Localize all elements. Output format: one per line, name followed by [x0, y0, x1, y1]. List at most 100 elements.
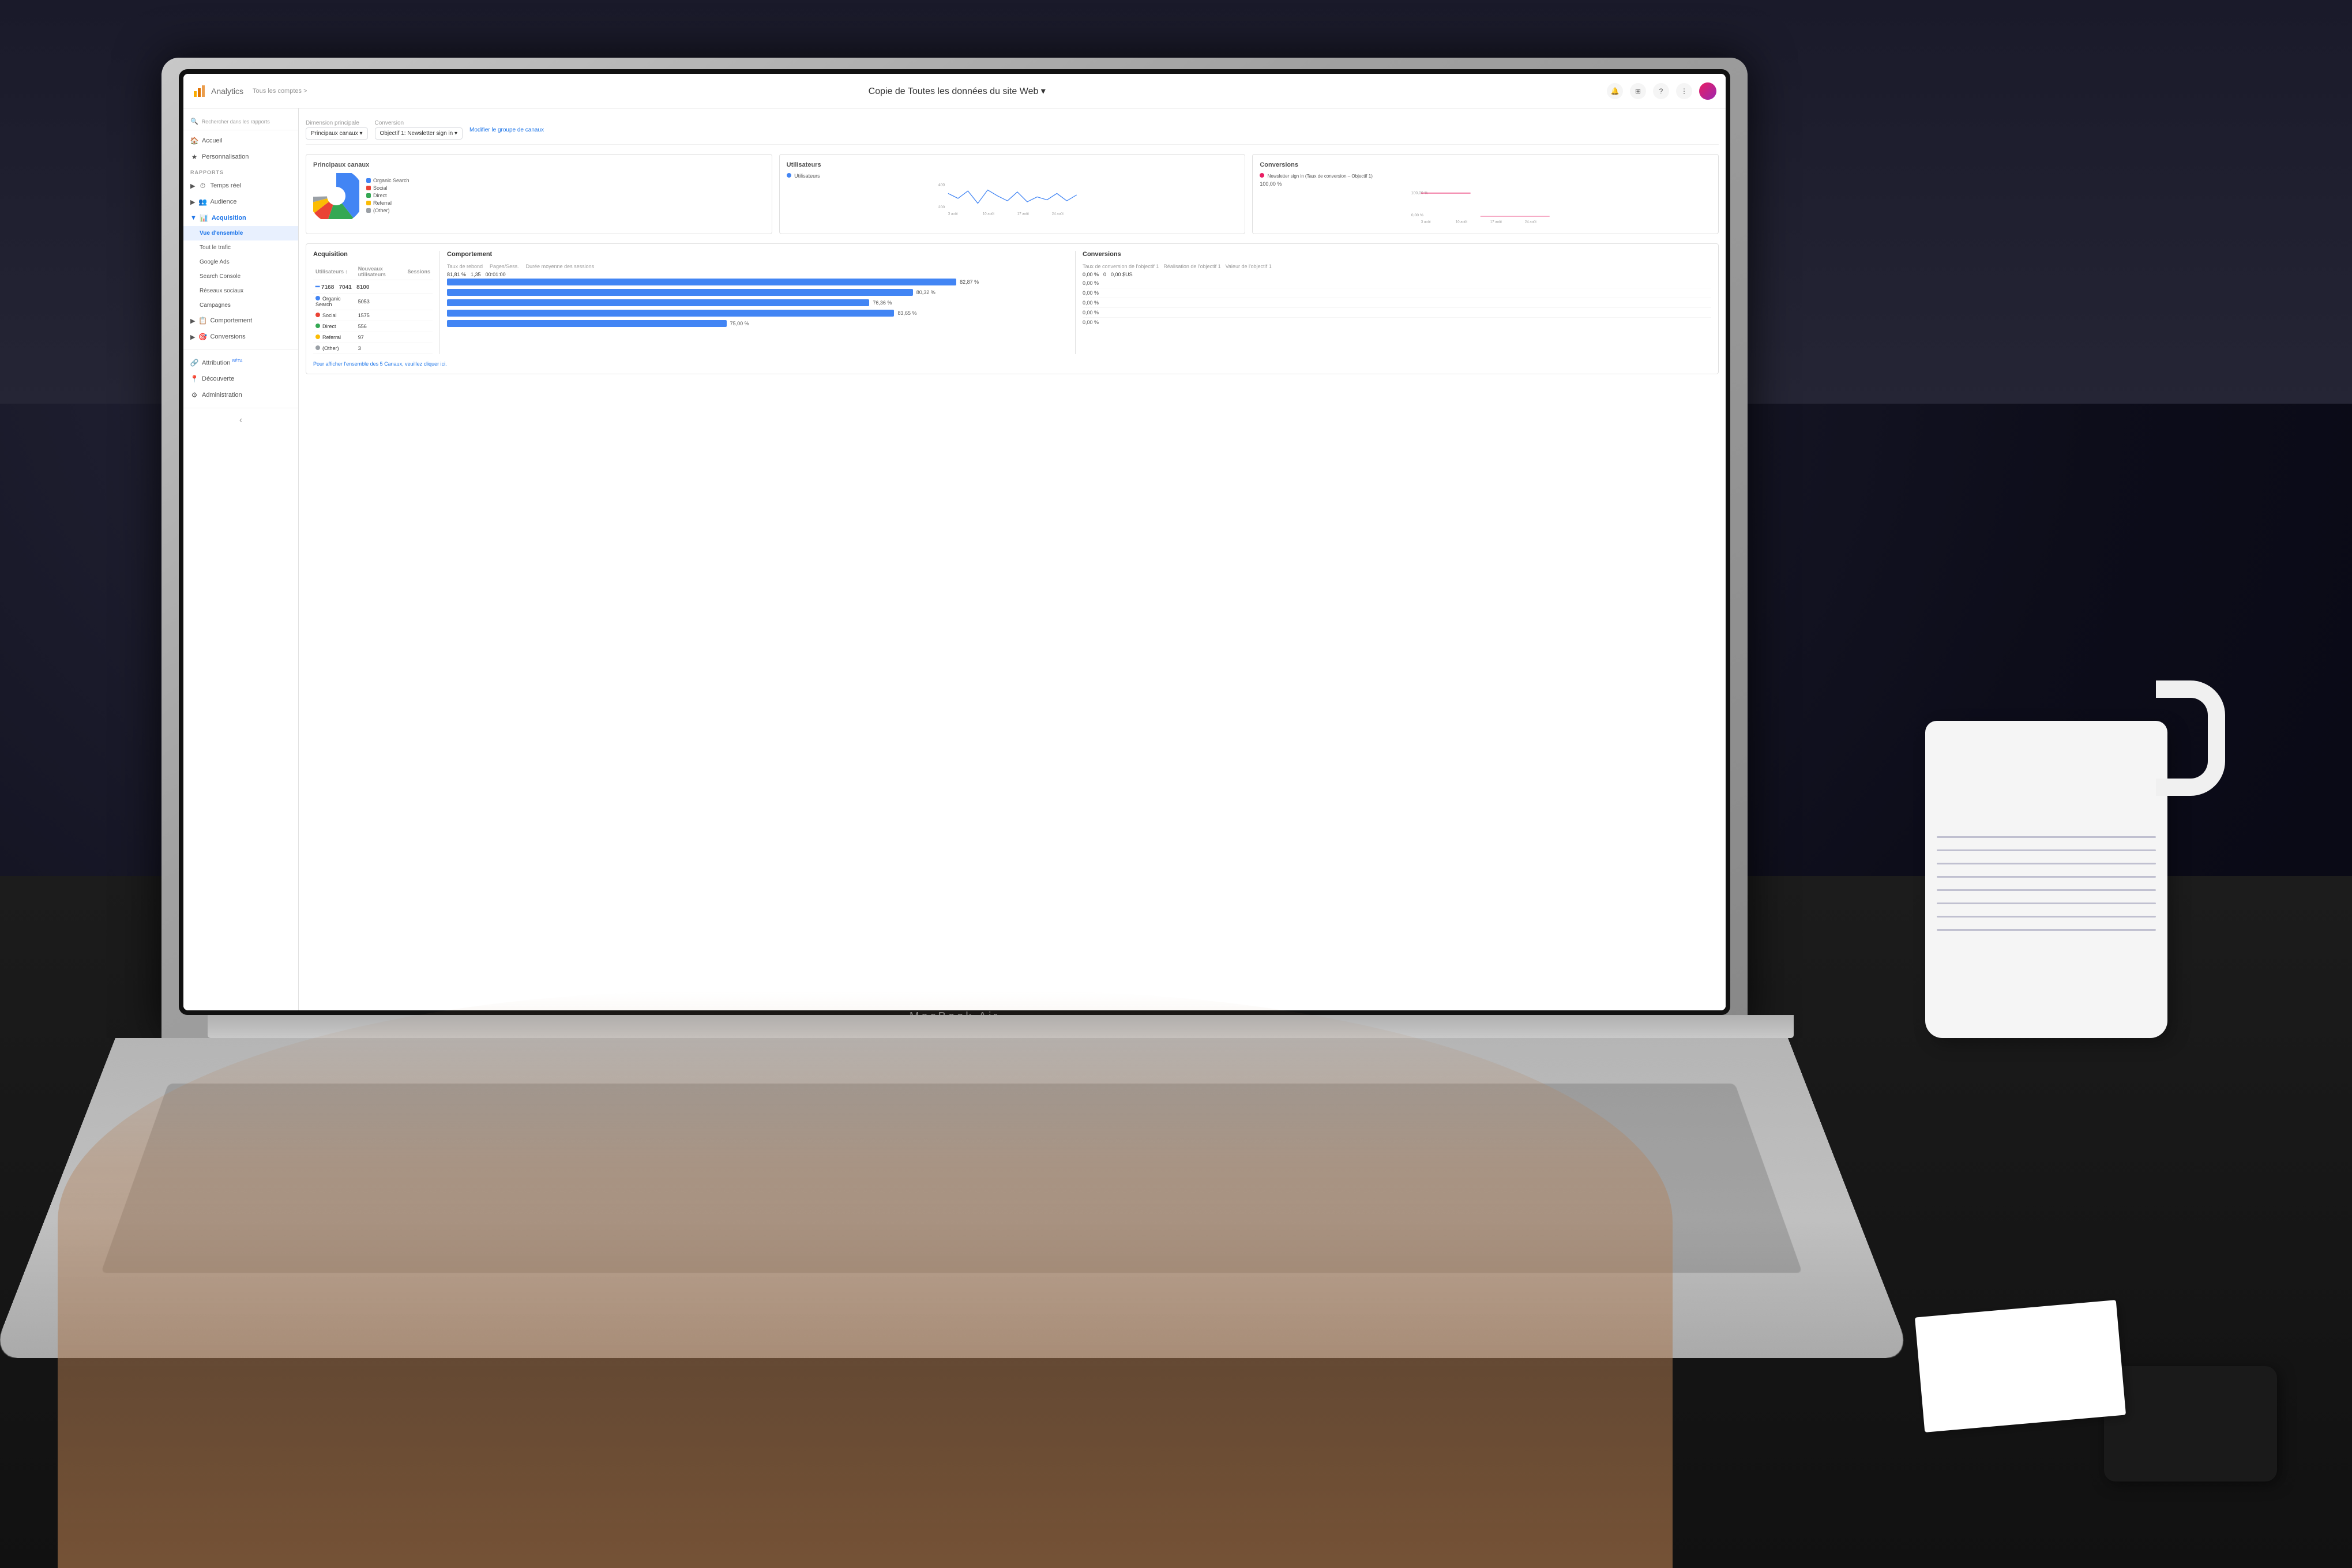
sidebar-item-decouverte[interactable]: 📍 Découverte: [183, 371, 298, 387]
referral-color-dot: [315, 334, 320, 339]
direct-color-dot: [315, 324, 320, 328]
pie-chart-svg: [313, 173, 359, 219]
sidebar-item-personnalisation[interactable]: ★ Personnalisation: [183, 149, 298, 165]
bar-fill-organic: [447, 279, 956, 285]
user-avatar[interactable]: [1699, 82, 1716, 100]
conversions-dot: [1260, 173, 1264, 178]
conv-row-1: 0,00 %: [1083, 279, 1711, 288]
modify-channel-groups-link[interactable]: Modifier le groupe de canaux: [469, 127, 544, 133]
conversions-value: 100,00 %: [1260, 181, 1711, 187]
conversions-table-title: Conversions: [1083, 251, 1711, 258]
bar-fill-other: [447, 320, 727, 327]
dashboard-cards-grid: Principaux canaux: [306, 154, 1719, 234]
table-row: Organic Search 5053: [313, 294, 433, 310]
hands-overlay: [58, 991, 1673, 1568]
col-rebond: Taux de rebond: [447, 264, 483, 269]
sidebar-item-attribution[interactable]: 🔗 Attribution BÊTA: [183, 355, 298, 371]
settings-icon: ⚙: [190, 391, 198, 399]
sidebar-conversions-label: Conversions: [210, 333, 245, 340]
social-dot: [366, 186, 371, 190]
sidebar-trafic-label: Tout le trafic: [200, 245, 231, 251]
footer-note[interactable]: Pour afficher l'ensemble des 5 Canaux, v…: [313, 361, 1711, 367]
table-row: (Other) 3: [313, 343, 433, 354]
sidebar-item-vue-densemble[interactable]: Vue d'ensemble: [183, 226, 298, 240]
acquisition-table-panel: Acquisition Utilisateurs ↕ Nouveaux util…: [313, 251, 440, 354]
bar-row-organic: 82,87 %: [447, 279, 1068, 285]
card-principaux-canaux: Principaux canaux: [306, 154, 772, 234]
sidebar-item-audience[interactable]: ▶ 👥 Audience: [183, 194, 298, 210]
sidebar-item-reseaux-sociaux[interactable]: Réseaux sociaux: [183, 284, 298, 298]
sidebar-item-temps-reel[interactable]: ▶ ⏱ Temps réel: [183, 178, 298, 194]
col-pages: Pages/Sess.: [490, 264, 519, 269]
svg-text:10 août: 10 août: [983, 212, 994, 216]
sidebar-search[interactable]: 🔍 Rechercher dans les rapports: [183, 113, 298, 130]
utilisateurs-metric-label: Utilisateurs: [787, 173, 1238, 179]
coffee-mug: [1891, 634, 2237, 1038]
sidebar-decouverte-label: Découverte: [202, 375, 234, 382]
notebook: [1915, 1300, 2126, 1432]
svg-text:0,00 %: 0,00 %: [1411, 213, 1423, 217]
bottom-table-section: Acquisition Utilisateurs ↕ Nouveaux util…: [306, 243, 1719, 374]
conversion-select[interactable]: Objectif 1: Newsletter sign in ▾: [375, 127, 463, 140]
conv-row-2: 0,00 %: [1083, 288, 1711, 298]
bar-row-other: 75,00 %: [447, 320, 1068, 327]
legend-referral: Referral: [366, 200, 409, 206]
pie-legend: Organic Search Social Dire: [366, 178, 409, 215]
comportement-icon: 📋: [198, 317, 206, 325]
sidebar-item-accueil[interactable]: 🏠 Accueil: [183, 133, 298, 149]
dimension-select[interactable]: Principaux canaux ▾: [306, 127, 368, 140]
apps-icon[interactable]: ⊞: [1630, 83, 1646, 99]
sidebar-audience-label: Audience: [210, 198, 236, 205]
ga-header-actions: 🔔 ⊞ ? ⋮: [1607, 82, 1716, 100]
analytics-logo-icon: [193, 84, 206, 98]
conversions-metric-label: Newsletter sign in (Taux de conversion –…: [1260, 173, 1711, 179]
bar-row-referral: 83,65 %: [447, 310, 1068, 317]
card-utilisateurs: Utilisateurs Utilisateurs 400 200 3 aoû: [779, 154, 1246, 234]
sidebar-searchconsole-label: Search Console: [200, 273, 241, 280]
ga-header: Analytics Tous les comptes > Copie de To…: [183, 74, 1726, 108]
utilisateurs-line-chart: 400 200 3 août 10 août 17 août 24 août: [787, 181, 1238, 216]
sidebar-item-google-ads[interactable]: Google Ads: [183, 255, 298, 269]
mug-stripe-5: [1937, 889, 2156, 891]
sidebar-item-acquisition[interactable]: ▼ 📊 Acquisition: [183, 210, 298, 226]
search-icon: 🔍: [190, 118, 198, 125]
bar-chart-container: 82,87 % 80,32 % 76,36 %: [447, 279, 1068, 327]
sidebar-item-campagnes[interactable]: Campagnes: [183, 298, 298, 313]
svg-text:24 août: 24 août: [1052, 212, 1064, 216]
col-taux: Taux de conversion de l'objectif 1: [1083, 264, 1159, 269]
sidebar-vue-label: Vue d'ensemble: [200, 230, 243, 236]
notification-icon[interactable]: 🔔: [1607, 83, 1623, 99]
mug-stripe-6: [1937, 903, 2156, 904]
more-icon[interactable]: ⋮: [1676, 83, 1692, 99]
utilisateurs-title: Utilisateurs: [787, 161, 1238, 168]
sidebar-item-administration[interactable]: ⚙ Administration: [183, 387, 298, 403]
col-new-utilisateurs: Nouveaux utilisateurs: [356, 264, 405, 280]
sidebar-campagnes-label: Campagnes: [200, 302, 231, 309]
svg-text:24 août: 24 août: [1525, 220, 1536, 224]
principaux-canaux-title: Principaux canaux: [313, 161, 765, 168]
sidebar-item-comportement[interactable]: ▶ 📋 Comportement: [183, 313, 298, 329]
utilisateurs-dot: [787, 173, 791, 178]
conversions-table-panel: Conversions Taux de conversion de l'obje…: [1076, 251, 1711, 354]
conversions-col-headers: Taux de conversion de l'objectif 1 Réali…: [1083, 264, 1711, 269]
referral-dot: [366, 201, 371, 205]
dimension-label: Dimension principale: [306, 120, 368, 126]
sidebar-item-search-console[interactable]: Search Console: [183, 269, 298, 284]
table-row: Direct 556: [313, 321, 433, 332]
help-icon[interactable]: ?: [1653, 83, 1669, 99]
sidebar-accueil-label: Accueil: [202, 137, 222, 144]
conversions-chart-title: Conversions: [1260, 161, 1711, 168]
acquisition-table-title: Acquisition: [313, 251, 433, 258]
col-sessions: Sessions: [405, 264, 433, 280]
sidebar-item-conversions[interactable]: ▶ 🎯 Conversions: [183, 329, 298, 345]
conversion-filter: Conversion Objectif 1: Newsletter sign i…: [375, 120, 463, 140]
sidebar-collapse-icon[interactable]: ‹: [239, 415, 242, 425]
pie-container: Organic Search Social Dire: [313, 173, 765, 219]
mug-stripe-7: [1937, 916, 2156, 918]
ga-page-title: Copie de Toutes les données du site Web …: [307, 85, 1607, 97]
ga-sidebar: 🔍 Rechercher dans les rapports 🏠 Accueil…: [183, 108, 299, 1010]
mug-body: [1925, 721, 2167, 1038]
ga-main-layout: 🔍 Rechercher dans les rapports 🏠 Accueil…: [183, 108, 1726, 1010]
conversion-value: Objectif 1: Newsletter sign in ▾: [380, 130, 458, 137]
sidebar-item-tout-trafic[interactable]: Tout le trafic: [183, 240, 298, 255]
